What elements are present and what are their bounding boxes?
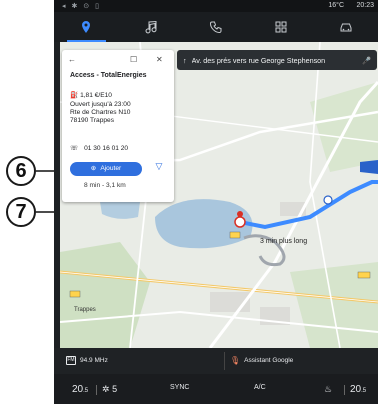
- assistant-widget[interactable]: 🎙 Assistant Google: [230, 356, 293, 365]
- apps-grid-icon: [275, 21, 287, 33]
- passenger-temp-value: 20: [350, 384, 362, 395]
- phone-icon: ☏: [70, 145, 79, 152]
- opening-hours: Ouvert jusqu'à 23:00: [70, 101, 131, 108]
- tab-music[interactable]: [119, 12, 184, 42]
- driver-temperature[interactable]: 20.5: [72, 384, 88, 395]
- status-bar: ◂ ✱ ⊙ ▯ 16°C 20:23: [54, 0, 378, 12]
- eta-distance: 8 min - 3,1 km: [84, 182, 126, 189]
- divider: [344, 385, 345, 395]
- back-arrow-icon[interactable]: ←: [68, 56, 76, 64]
- music-note-icon: [145, 20, 157, 34]
- microphone-icon[interactable]: 🎤: [362, 56, 371, 65]
- tab-phone[interactable]: [184, 12, 249, 42]
- navigation-map[interactable]: ↑ Av. des prés vers rue George Stephenso…: [60, 42, 378, 348]
- fuel-pump-icon: ⛽: [70, 92, 79, 99]
- ac-button[interactable]: A/C: [254, 384, 266, 391]
- close-icon[interactable]: ✕: [156, 56, 163, 64]
- tab-navigation[interactable]: [54, 12, 119, 42]
- fuel-price-value: 1,81 €/E10: [80, 92, 112, 99]
- driver-temp-value: 20: [72, 384, 84, 395]
- arrow-up-icon: ↑: [183, 55, 187, 65]
- callout-7: 7: [6, 197, 36, 227]
- callout-6: 6: [6, 156, 36, 186]
- tab-vehicle[interactable]: [313, 12, 378, 42]
- location-pin-icon: [82, 21, 91, 33]
- add-button-label: Ajouter: [100, 165, 122, 172]
- add-location-icon: ⊕: [90, 165, 97, 172]
- outside-temperature: 16°C: [328, 2, 344, 9]
- poi-name: Access - TotalEnergies: [70, 72, 147, 79]
- assistant-label: Assistant Google: [244, 357, 294, 364]
- poi-phone[interactable]: ☏ 01 30 16 01 20: [70, 145, 128, 153]
- clock: 20:23: [356, 2, 374, 9]
- route-instruction-bar[interactable]: ↑ Av. des prés vers rue George Stephenso…: [177, 50, 377, 70]
- status-icons: ◂ ✱ ⊙ ▯: [62, 3, 101, 10]
- fan-speed-value: 5: [112, 384, 118, 394]
- seat-heating-icon[interactable]: ♨: [324, 384, 332, 395]
- microphone-icon: 🎙: [230, 356, 241, 365]
- phone-number: 01 30 16 01 20: [84, 145, 129, 152]
- app-bar: [54, 12, 378, 42]
- address-line-1: Rte de Chartres N10: [70, 109, 131, 116]
- add-stop-button[interactable]: ⊕ Ajouter: [70, 162, 142, 176]
- poi-info-card: ← ☐ ✕ Access - TotalEnergies ⛽ 1,81 €/E1…: [62, 50, 174, 202]
- radio-icon: FM: [66, 356, 76, 365]
- card-header-icons: ← ☐ ✕: [68, 56, 168, 66]
- media-divider: [224, 352, 225, 370]
- route-instruction-text: Av. des prés vers rue George Stephenson: [191, 55, 326, 65]
- fuel-price: ⛽ 1,81 €/E10: [70, 92, 112, 100]
- sync-button[interactable]: SYNC: [170, 384, 189, 391]
- town-label: Trappes: [74, 307, 96, 313]
- poi-details: Ouvert jusqu'à 23:00 Rte de Chartres N10…: [70, 101, 170, 125]
- infotainment-screen: ◂ ✱ ⊙ ▯ 16°C 20:23 ↑ Av. des prés vers r…: [54, 0, 378, 404]
- phone-icon: [209, 21, 222, 34]
- divider: [96, 385, 97, 395]
- tab-apps[interactable]: [248, 12, 313, 42]
- climate-bar: 20.5 ✲ 5 SYNC A/C ♨ 20.5: [54, 374, 378, 404]
- navigate-icon[interactable]: ▽: [152, 162, 166, 176]
- radio-frequency: 94.9 MHz: [80, 357, 108, 364]
- alternative-route-label[interactable]: 3 min plus long: [260, 238, 307, 245]
- bookmark-icon[interactable]: ☐: [130, 56, 137, 64]
- car-icon: [340, 23, 352, 32]
- radio-widget[interactable]: FM 94.9 MHz: [66, 356, 108, 365]
- fan-icon: ✲: [102, 384, 110, 394]
- address-line-2: 78190 Trappes: [70, 117, 114, 124]
- passenger-temperature[interactable]: 20.5: [350, 384, 366, 395]
- media-bar: FM 94.9 MHz 🎙 Assistant Google: [54, 348, 378, 374]
- fan-speed[interactable]: ✲ 5: [102, 384, 117, 395]
